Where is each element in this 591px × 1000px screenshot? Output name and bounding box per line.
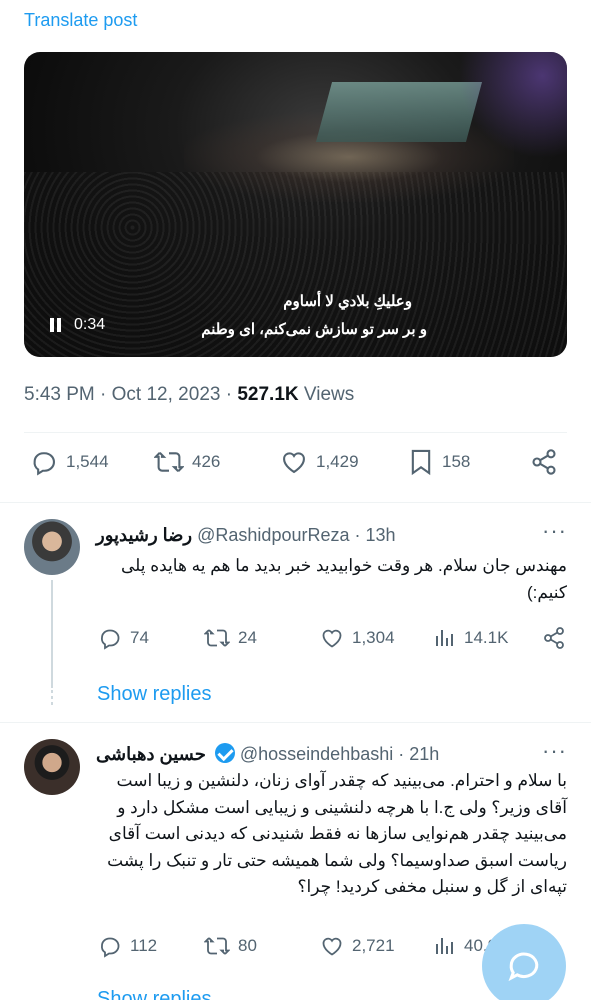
divider (0, 722, 591, 723)
analytics-icon (436, 630, 453, 646)
message-bubble-icon (508, 952, 539, 982)
post-meta: 5:43 PM · Oct 12, 2023 · 527.1K Views (24, 384, 354, 406)
heart-icon (283, 452, 305, 474)
views-label: Views (303, 384, 355, 405)
reply-icon (101, 937, 120, 958)
repost-icon (154, 452, 184, 472)
avatar[interactable] (24, 519, 80, 575)
reply-header: حسین دهباشی @hosseindehbashi · 21h (96, 743, 439, 765)
repost-icon (204, 937, 230, 955)
reply-icon (101, 629, 120, 650)
avatar[interactable] (24, 739, 80, 795)
post-action-bar: 1,544 426 1,429 158 (24, 448, 567, 488)
repost-count: 24 (238, 628, 257, 647)
like-count: 2,721 (352, 936, 395, 955)
heart-icon (322, 629, 342, 648)
repost-count: 80 (238, 936, 257, 955)
meta-separator: · (225, 384, 233, 405)
meta-separator: · (100, 384, 107, 405)
post-time: 5:43 PM (24, 384, 95, 405)
reply-count: 74 (130, 628, 149, 647)
more-options-icon[interactable]: ··· (542, 518, 567, 544)
display-name[interactable]: حسین دهباشی (96, 744, 206, 764)
pause-icon[interactable] (48, 318, 64, 334)
more-options-icon[interactable]: ··· (542, 738, 567, 764)
video-subtitle-persian: و بر سر تو سازش نمی‌کنم، ای وطنم (201, 321, 427, 338)
bookmark-icon (411, 449, 431, 476)
like-count: 1,304 (352, 628, 395, 647)
reply-header: رضا رشیدپور @RashidpourReza · 13h (96, 525, 396, 546)
repost-button[interactable]: 426 (154, 448, 220, 476)
user-handle[interactable]: @hosseindehbashi (240, 744, 393, 764)
repost-button[interactable]: 80 (204, 934, 257, 958)
views-button[interactable]: 14.1K (434, 626, 508, 650)
divider (0, 502, 591, 503)
like-button[interactable]: 1,429 (280, 448, 359, 476)
video-timestamp: 0:34 (74, 316, 106, 333)
share-button[interactable] (542, 626, 574, 650)
like-button[interactable]: 1,304 (320, 626, 395, 650)
reply-text: مهندس جان سلام. هر وقت خوابیدید خبر بدید… (120, 556, 567, 602)
post-date[interactable]: Oct 12, 2023 (112, 384, 221, 405)
analytics-icon (436, 938, 453, 954)
share-icon (544, 627, 564, 649)
reply-button[interactable]: 74 (98, 626, 149, 650)
repost-icon (204, 629, 230, 647)
reply-time[interactable]: · 13h (355, 525, 396, 545)
share-icon (532, 449, 556, 475)
reply-button[interactable]: 112 (98, 934, 157, 958)
display-name[interactable]: رضا رشیدپور (96, 525, 192, 545)
translate-post-link[interactable]: Translate post (24, 10, 137, 31)
bookmark-count: 158 (442, 452, 471, 471)
thread-dots (51, 690, 53, 706)
reply-text: با سلام و احترام. می‌بینید که چقدر آوای … (107, 771, 567, 896)
views-count: 527.1K (237, 384, 299, 405)
compose-message-button[interactable] (482, 924, 566, 1000)
video-player[interactable]: وعليكِ بلادي لا أساوم و بر سر تو سازش نم… (24, 52, 567, 357)
reply-icon (33, 452, 55, 476)
repost-button[interactable]: 24 (204, 626, 257, 650)
video-subtitle-arabic: وعليكِ بلادي لا أساوم (283, 293, 412, 310)
bookmark-button[interactable]: 158 (408, 448, 470, 476)
verified-badge-icon (214, 743, 235, 763)
like-button[interactable]: 2,721 (320, 934, 395, 958)
repost-count: 426 (192, 452, 221, 471)
heart-icon (322, 937, 342, 956)
divider (24, 432, 567, 433)
purple-light (444, 52, 567, 172)
reply-count: 112 (130, 936, 158, 955)
show-replies-link[interactable]: Show replies (97, 683, 212, 706)
reply-button[interactable]: 1,544 (30, 448, 109, 476)
reply-count: 1,544 (66, 452, 109, 471)
like-count: 1,429 (316, 452, 359, 471)
share-button[interactable] (530, 448, 566, 476)
view-count: 14.1K (464, 628, 509, 647)
thread-line (51, 580, 53, 688)
show-replies-link[interactable]: Show replies (97, 988, 212, 1000)
user-handle[interactable]: @RashidpourReza (197, 525, 349, 545)
reply-time[interactable]: · 21h (398, 744, 439, 764)
